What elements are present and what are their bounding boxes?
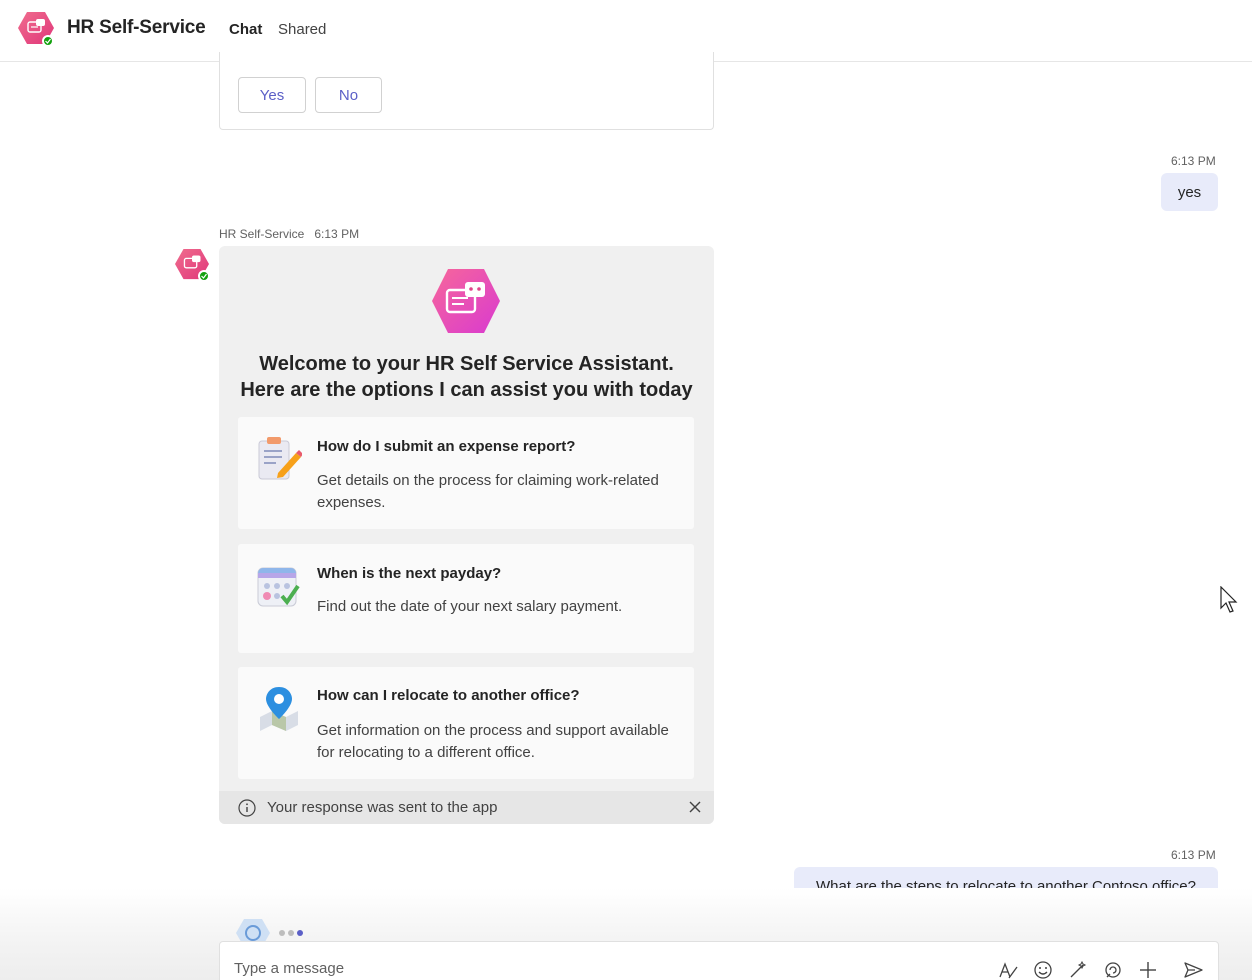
- option-expense-report[interactable]: How do I submit an expense report? Get d…: [238, 417, 694, 529]
- emoji-icon[interactable]: [1032, 959, 1054, 980]
- info-icon: [238, 799, 256, 817]
- welcome-adaptive-card: Welcome to your HR Self Service Assistan…: [219, 246, 714, 824]
- format-text-icon[interactable]: [997, 959, 1019, 980]
- message-timestamp: 6:13 PM: [314, 227, 360, 241]
- bot-message-meta: HR Self-Service 6:13 PM: [219, 227, 359, 241]
- mouse-pointer-icon: [1220, 586, 1238, 613]
- compose-box: [219, 941, 1219, 980]
- yes-button[interactable]: Yes: [238, 77, 306, 113]
- compose-with-ai-icon[interactable]: [1067, 959, 1089, 980]
- tab-shared[interactable]: Shared: [278, 21, 326, 38]
- card-title: Welcome to your HR Self Service Assistan…: [240, 353, 693, 401]
- option-title: How do I submit an expense report?: [317, 438, 576, 455]
- loop-component-icon[interactable]: [1102, 959, 1124, 980]
- presence-available-icon: [198, 270, 210, 282]
- option-title: How can I relocate to another office?: [317, 687, 580, 704]
- calendar-payday-icon: [257, 567, 300, 607]
- send-icon[interactable]: [1182, 959, 1204, 980]
- user-message-bubble[interactable]: yes: [1161, 173, 1218, 211]
- presence-available-icon: [42, 35, 54, 47]
- message-timestamp: 6:13 PM: [1171, 848, 1216, 862]
- app-avatar[interactable]: [18, 11, 54, 47]
- chatbot-logo-icon: [432, 269, 500, 333]
- notice-text: Your response was sent to the app: [267, 799, 498, 816]
- response-sent-notice: Your response was sent to the app: [219, 791, 714, 824]
- close-icon[interactable]: [688, 800, 702, 814]
- add-icon[interactable]: [1137, 959, 1159, 980]
- map-pin-icon: [260, 687, 298, 731]
- sender-name: HR Self-Service: [219, 227, 305, 241]
- message-timestamp: 6:13 PM: [1171, 154, 1216, 168]
- message-input[interactable]: [234, 960, 934, 977]
- tab-chat[interactable]: Chat: [229, 21, 262, 38]
- option-next-payday[interactable]: When is the next payday? Find out the da…: [238, 544, 694, 653]
- option-description: Get information on the process and suppo…: [317, 722, 669, 761]
- option-relocate-office[interactable]: How can I relocate to another office? Ge…: [238, 667, 694, 779]
- option-title: When is the next payday?: [317, 565, 502, 582]
- expense-report-icon: [258, 437, 302, 480]
- option-description: Find out the date of your next salary pa…: [317, 598, 623, 615]
- typing-indicator: [279, 930, 303, 936]
- option-description: Get details on the process for claiming …: [317, 472, 659, 511]
- bot-avatar[interactable]: [175, 248, 210, 282]
- no-button[interactable]: No: [315, 77, 382, 113]
- app-title: HR Self-Service: [67, 17, 206, 38]
